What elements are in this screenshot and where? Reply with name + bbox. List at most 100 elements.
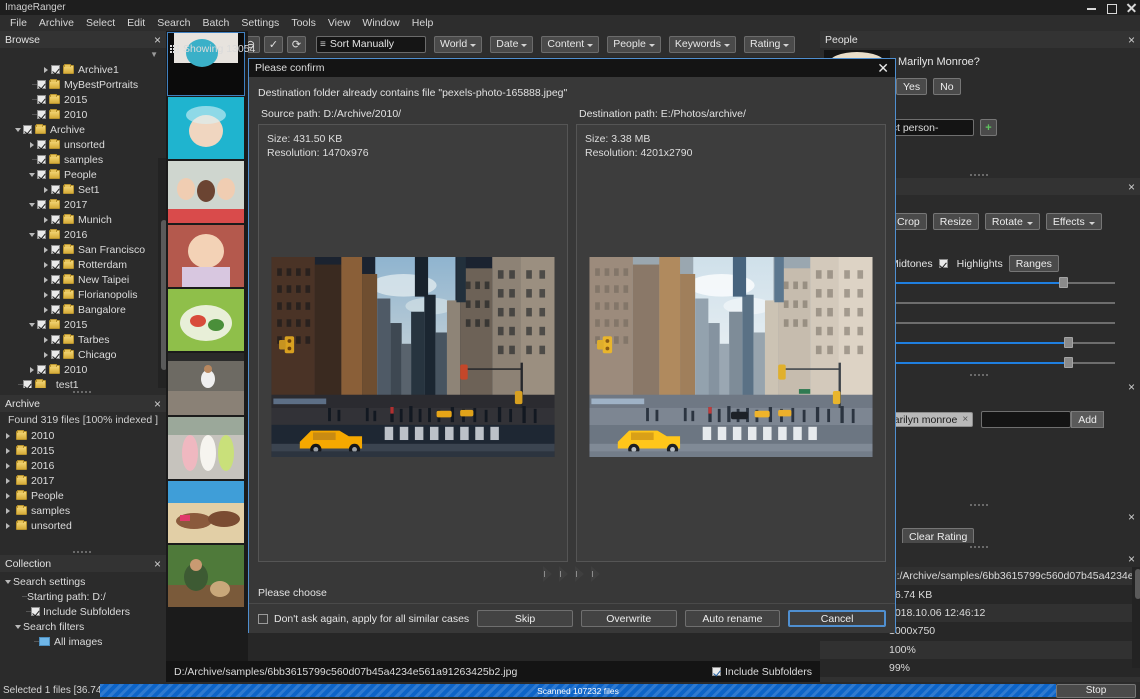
rating-close-icon[interactable]: × — [1128, 512, 1135, 522]
chevron-down-icon[interactable] — [14, 619, 23, 634]
menu-item-tools[interactable]: Tools — [285, 15, 322, 31]
ranges-button[interactable]: Ranges — [1009, 255, 1059, 272]
include-subfolders-checkbox[interactable] — [31, 607, 40, 616]
rotate-button[interactable]: Rotate — [985, 213, 1040, 230]
chevron-right-icon[interactable] — [42, 242, 51, 257]
adjust-slider[interactable] — [880, 297, 1115, 308]
overwrite-button[interactable]: Overwrite — [581, 610, 677, 627]
thumbnail-item[interactable] — [168, 353, 244, 415]
maximize-icon[interactable] — [1107, 3, 1116, 12]
exif-close-icon[interactable]: × — [1128, 554, 1135, 564]
sort-selector[interactable]: ≡Sort Manually — [316, 36, 426, 53]
source-preview-image[interactable] — [267, 257, 559, 457]
dialog-close-icon[interactable]: ✕ — [877, 62, 889, 74]
chevron-down-icon[interactable]: ▼ — [150, 50, 158, 59]
chevron-right-icon[interactable] — [42, 347, 51, 362]
thumbnail-item[interactable] — [168, 97, 244, 159]
folder-checkbox[interactable] — [37, 320, 46, 329]
folder-tree-item[interactable]: 2015 — [0, 92, 166, 107]
keywords-close-icon[interactable]: × — [1128, 382, 1135, 392]
folder-tree-item[interactable]: Munich — [0, 212, 166, 227]
thumbnail-strip[interactable] — [166, 31, 248, 661]
menu-item-window[interactable]: Window — [356, 15, 405, 31]
filter-keywords-button[interactable]: Keywords — [669, 36, 736, 53]
archive-folder-item[interactable]: samples — [0, 503, 166, 518]
chevron-right-icon[interactable] — [42, 257, 51, 272]
thumbnail-item[interactable] — [168, 161, 244, 223]
filter-people-button[interactable]: People — [607, 36, 661, 53]
folder-tree-item[interactable]: Rotterdam — [0, 257, 166, 272]
folder-checkbox[interactable] — [51, 215, 60, 224]
stop-button[interactable]: Stop — [1056, 684, 1136, 698]
folder-checkbox[interactable] — [37, 110, 46, 119]
folder-tree-item[interactable]: Chicago — [0, 347, 166, 362]
chevron-right-icon[interactable] — [4, 503, 13, 518]
path-include-subfolders[interactable]: Include Subfolders — [712, 666, 812, 678]
chevron-right-icon[interactable] — [42, 212, 51, 227]
menu-item-view[interactable]: View — [322, 15, 357, 31]
folder-checkbox[interactable] — [37, 95, 46, 104]
keyword-input[interactable] — [981, 411, 1071, 428]
chevron-down-icon[interactable] — [28, 227, 37, 242]
menu-item-file[interactable]: File — [4, 15, 33, 31]
dont-ask-again-checkbox[interactable] — [258, 614, 268, 624]
folder-tree-item[interactable]: Set1 — [0, 182, 166, 197]
folder-tree[interactable]: Archive1MyBestPortraits20152010Archiveun… — [0, 62, 166, 388]
thumbnail-item[interactable] — [168, 481, 244, 543]
adjust-slider[interactable] — [880, 357, 1115, 368]
dialog-resize-grip[interactable] — [249, 563, 895, 585]
thumbnail-item[interactable] — [168, 289, 244, 351]
folder-checkbox[interactable] — [51, 260, 60, 269]
folder-checkbox[interactable] — [37, 200, 46, 209]
folder-checkbox[interactable] — [37, 140, 46, 149]
dont-ask-again-row[interactable]: Don't ask again, apply for all similar c… — [258, 613, 469, 625]
menu-item-select[interactable]: Select — [80, 15, 121, 31]
folder-tree-item[interactable]: San Francisco — [0, 242, 166, 257]
plus-icon[interactable]: + — [980, 119, 997, 136]
chevron-right-icon[interactable] — [42, 332, 51, 347]
auto-rename-button[interactable]: Auto rename — [685, 610, 781, 627]
folder-tree-item[interactable]: Tarbes — [0, 332, 166, 347]
chevron-right-icon[interactable] — [4, 488, 13, 503]
archive-folder-item[interactable]: 2016 — [0, 458, 166, 473]
folder-checkbox[interactable] — [37, 155, 46, 164]
confirm-no-button[interactable]: No — [933, 78, 960, 95]
folder-checkbox[interactable] — [51, 185, 60, 194]
folder-tree-item[interactable]: Bangalore — [0, 302, 166, 317]
chevron-down-icon[interactable] — [4, 574, 13, 589]
panel-resize-grip[interactable] — [0, 388, 166, 395]
chevron-down-icon[interactable] — [28, 317, 37, 332]
folder-checkbox[interactable] — [51, 305, 60, 314]
chevron-right-icon[interactable] — [42, 302, 51, 317]
browse-close-icon[interactable]: × — [154, 35, 161, 45]
filter-date-button[interactable]: Date — [490, 36, 533, 53]
archive-folder-item[interactable]: 2010 — [0, 428, 166, 443]
check-icon[interactable]: ✓ — [264, 36, 283, 53]
folder-tree-item[interactable]: 2017 — [0, 197, 166, 212]
include-subfolders-node[interactable]: Include Subfolders — [0, 604, 166, 619]
effects-button[interactable]: Effects — [1046, 213, 1102, 230]
slider-knob[interactable] — [1064, 357, 1073, 368]
chevron-right-icon[interactable] — [4, 458, 13, 473]
folder-tree-item[interactable]: 2016 — [0, 227, 166, 242]
chevron-right-icon[interactable] — [4, 518, 13, 533]
chevron-right-icon[interactable] — [28, 362, 37, 377]
folder-tree-item[interactable]: _test1 — [0, 377, 166, 388]
menu-item-search[interactable]: Search — [151, 15, 196, 31]
close-icon[interactable] — [1127, 3, 1136, 12]
destination-image-holder[interactable] — [585, 160, 877, 554]
thumbnail-item[interactable] — [168, 417, 244, 479]
folder-checkbox[interactable] — [51, 245, 60, 254]
filter-rating-button[interactable]: Rating — [744, 36, 795, 53]
folder-checkbox[interactable] — [37, 230, 46, 239]
chevron-right-icon[interactable] — [28, 137, 37, 152]
folder-tree-item[interactable]: unsorted — [0, 137, 166, 152]
all-images-node[interactable]: All images — [0, 634, 166, 649]
archive-folder-item[interactable]: People — [0, 488, 166, 503]
slider-knob[interactable] — [1059, 277, 1068, 288]
menu-item-edit[interactable]: Edit — [121, 15, 151, 31]
minimize-icon[interactable] — [1087, 3, 1096, 12]
folder-checkbox[interactable] — [37, 170, 46, 179]
menu-item-archive[interactable]: Archive — [33, 15, 80, 31]
folder-checkbox[interactable] — [51, 290, 60, 299]
